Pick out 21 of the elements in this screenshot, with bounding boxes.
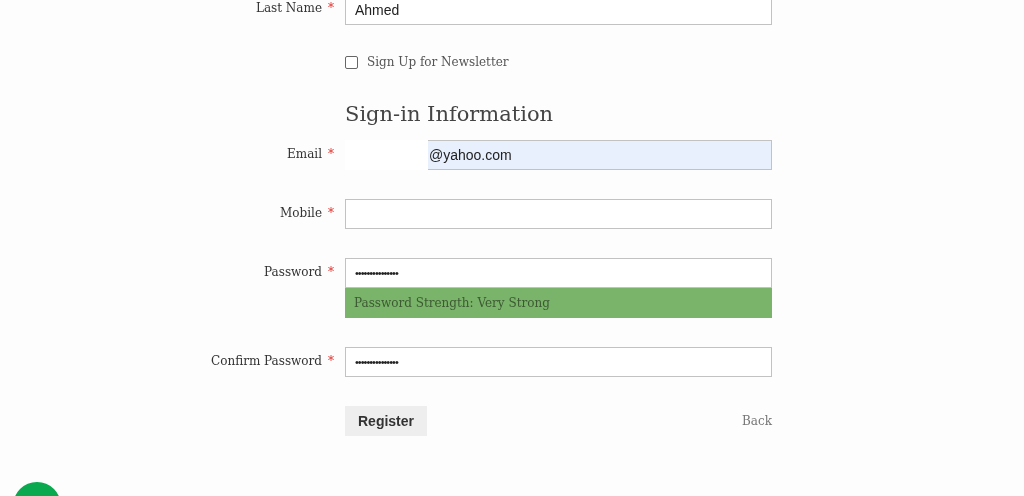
required-asterisk: * [328,147,334,161]
section-title: Sign-in Information [345,102,554,126]
input-field[interactable]: @yahoo.com [345,140,772,170]
input-field[interactable] [345,199,772,229]
input-field[interactable]: Ahmed [345,0,772,25]
required-asterisk: * [328,1,334,15]
required-asterisk: * [328,265,334,279]
required-asterisk: * [328,206,334,220]
checkbox[interactable] [345,55,358,69]
field-label: Email [287,147,322,161]
required-asterisk: * [328,354,334,368]
field-label: Confirm Password [211,354,322,368]
input-field[interactable]: ••••••••••••••• [345,258,772,288]
checkbox-label[interactable]: Sign Up for Newsletter [367,55,509,69]
field-label: Last Name [255,1,322,15]
field-label: Mobile [280,206,322,220]
input-field[interactable]: ••••••••••••••• [345,347,772,377]
register-button[interactable]: Register [345,406,427,436]
field-label: Password [264,265,322,279]
password-strength-meter: Password Strength: Very Strong [345,288,772,318]
back-link[interactable]: Back [742,414,772,428]
